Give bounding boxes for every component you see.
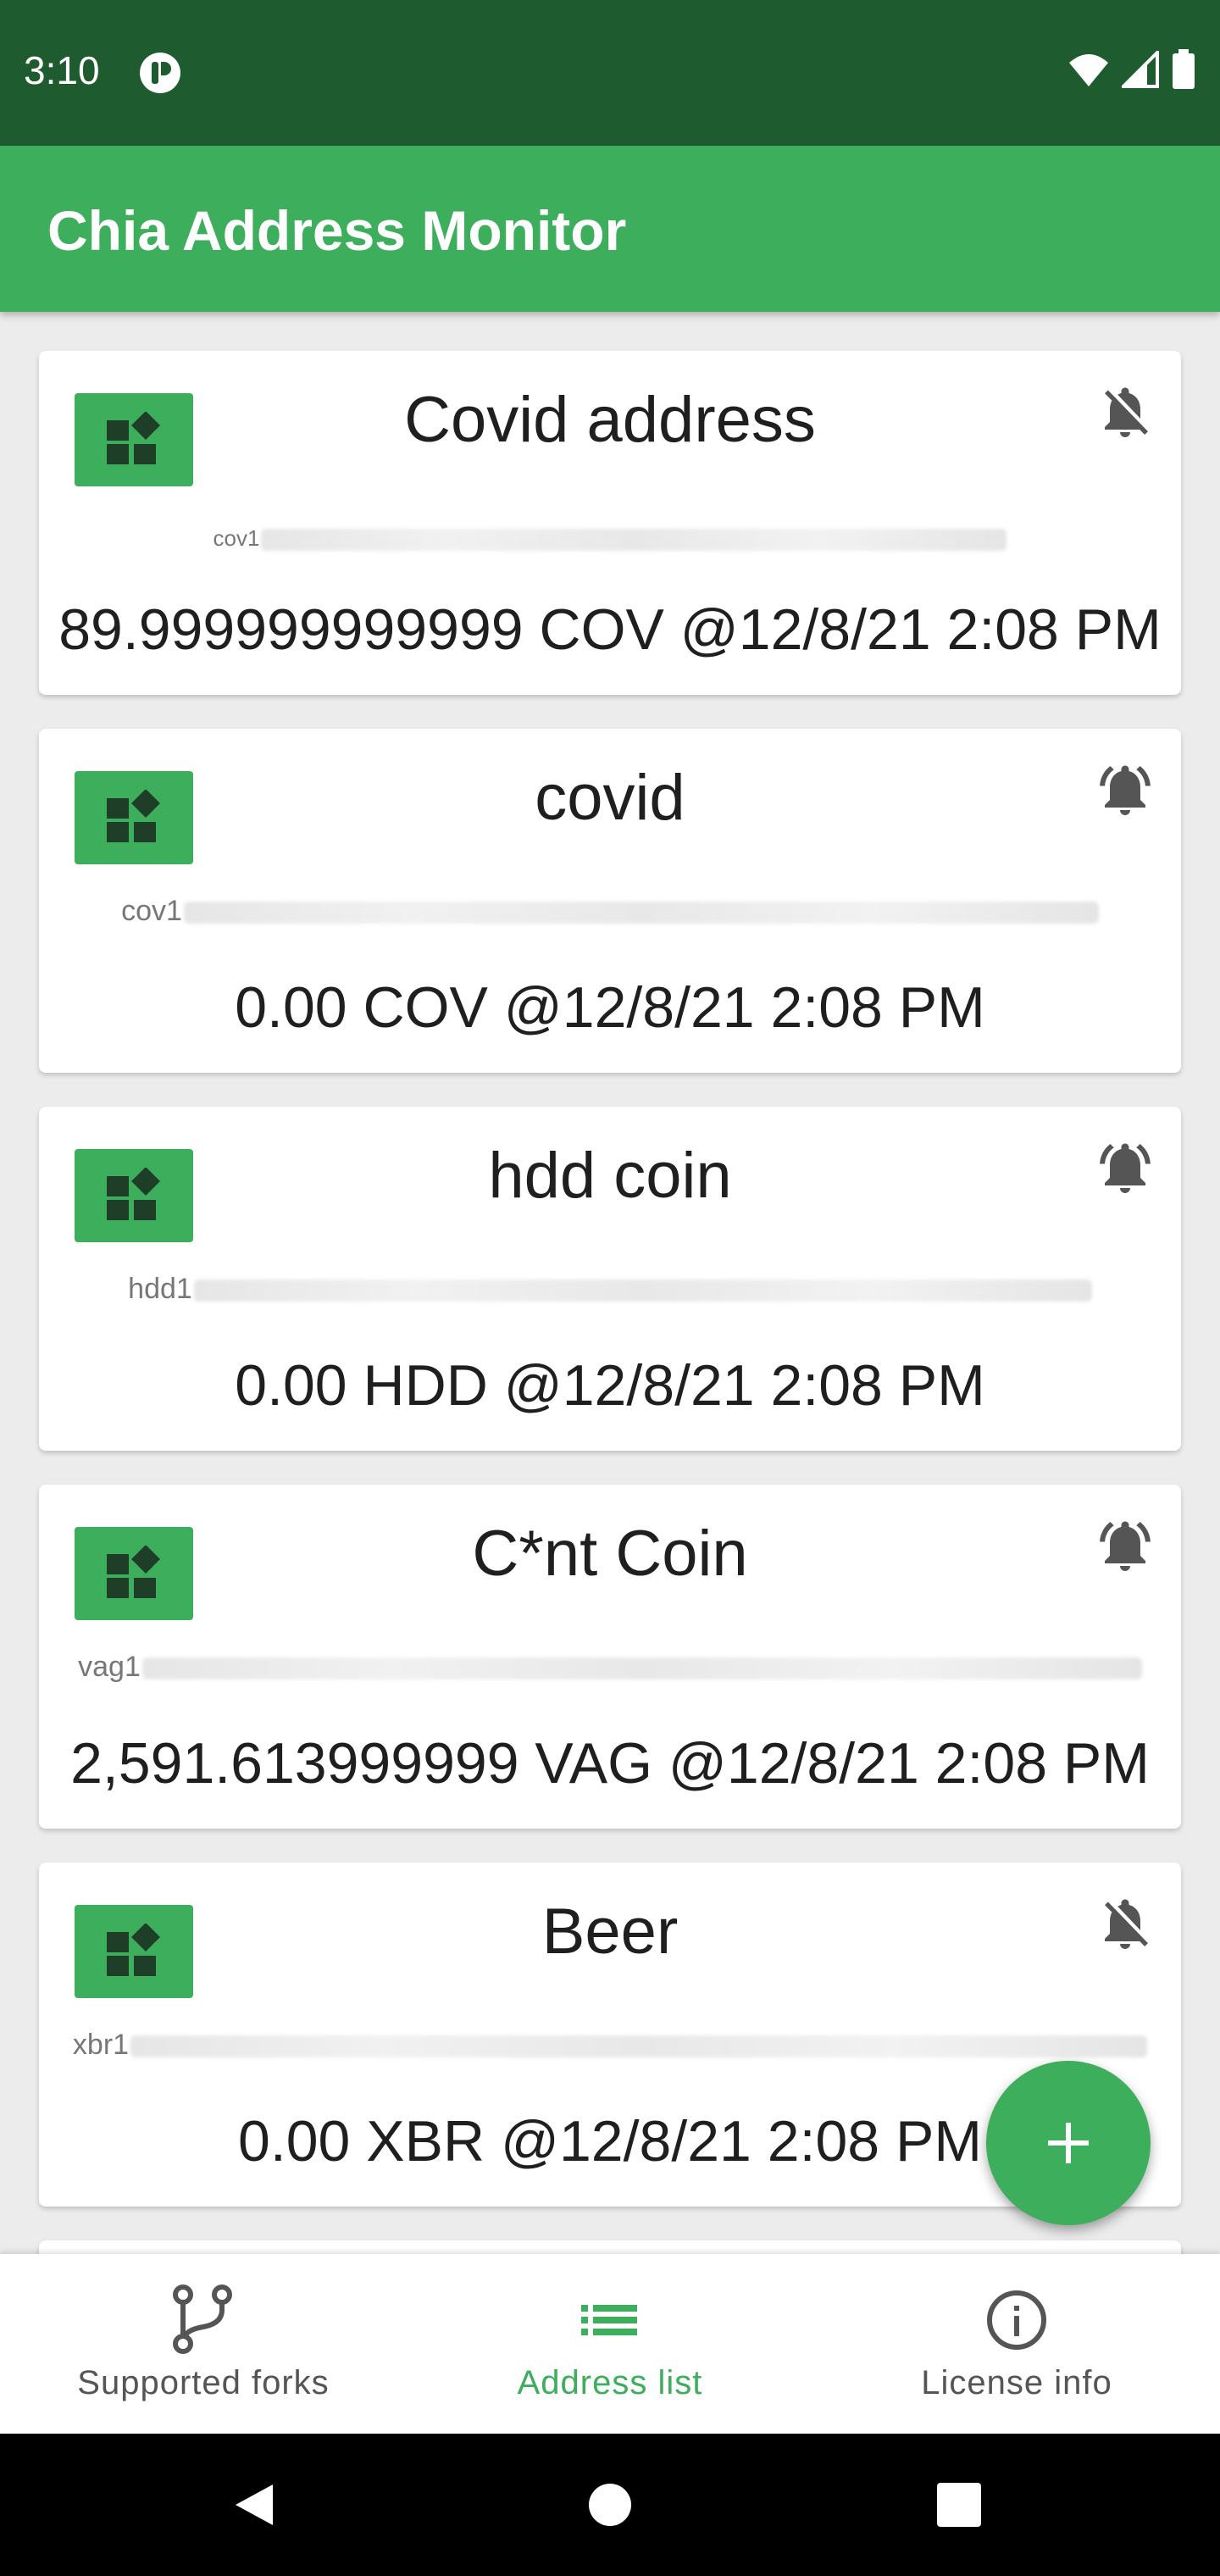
nav-label: License info — [921, 2364, 1112, 2401]
address-list[interactable]: Covid address cov1 89.999999999999 COV @… — [0, 312, 1220, 2254]
fork-icon — [173, 2285, 232, 2354]
nav-supported-forks[interactable]: Supported forks — [0, 2254, 407, 2434]
address-value: xbr1 — [39, 2029, 1181, 2062]
app-notification-icon — [140, 53, 180, 93]
address-card[interactable]: covid cov1 0.00 COV @12/8/21 2:08 PM — [39, 729, 1181, 1073]
nav-label: Supported forks — [77, 2364, 330, 2401]
address-value: vag1 — [39, 1651, 1181, 1684]
nav-label: Address list — [517, 2364, 703, 2401]
add-address-button[interactable] — [986, 2061, 1151, 2225]
address-card[interactable]: hdd coin hdd1 0.00 HDD @12/8/21 2:08 PM — [39, 1107, 1181, 1451]
balance-text: 0.00 HDD @12/8/21 2:08 PM — [235, 1353, 985, 1418]
address-value: hdd1 — [39, 1273, 1181, 1306]
balance-text: 0.00 COV @12/8/21 2:08 PM — [235, 975, 985, 1040]
home-icon[interactable] — [586, 2481, 634, 2529]
address-value: cov1 — [39, 525, 1181, 552]
bottom-navigation: Supported forks Address list License inf… — [0, 2254, 1220, 2434]
balance-text: 89.999999999999 COV @12/8/21 2:08 PM — [58, 597, 1162, 662]
notifications-off-icon[interactable] — [1095, 381, 1156, 442]
address-title: Beer — [541, 1896, 679, 1968]
back-icon[interactable] — [230, 2481, 278, 2529]
address-card[interactable] — [39, 2240, 1181, 2254]
nav-license-info[interactable]: License info — [813, 2254, 1220, 2434]
status-bar: 3:10 — [0, 0, 1220, 146]
list-icon — [581, 2305, 637, 2335]
battery-icon — [1173, 49, 1195, 89]
address-title: hdd coin — [488, 1140, 732, 1212]
status-time: 3:10 — [24, 48, 100, 92]
balance-text: 2,591.613999999 VAG @12/8/21 2:08 PM — [70, 1731, 1150, 1796]
notifications-active-icon[interactable] — [1095, 759, 1156, 820]
address-card[interactable]: Covid address cov1 89.999999999999 COV @… — [39, 351, 1181, 695]
system-navigation-bar — [0, 2434, 1220, 2576]
info-icon — [987, 2290, 1046, 2350]
address-title: covid — [535, 762, 685, 834]
app-bar: Chia Address Monitor — [0, 146, 1220, 312]
notifications-active-icon[interactable] — [1095, 1515, 1156, 1576]
address-title: Covid address — [404, 384, 816, 456]
address-title: C*nt Coin — [472, 1518, 748, 1590]
address-value: cov1 — [39, 895, 1181, 928]
plus-icon — [1048, 2123, 1089, 2163]
recents-icon[interactable] — [937, 2483, 981, 2527]
cellular-signal-icon — [1122, 51, 1159, 88]
nav-address-list[interactable]: Address list — [407, 2254, 813, 2434]
address-card[interactable]: C*nt Coin vag1 2,591.613999999 VAG @12/8… — [39, 1485, 1181, 1829]
wifi-icon — [1069, 54, 1108, 86]
notifications-active-icon[interactable] — [1095, 1137, 1156, 1198]
app-title: Chia Address Monitor — [47, 199, 627, 262]
notifications-off-icon[interactable] — [1095, 1893, 1156, 1954]
